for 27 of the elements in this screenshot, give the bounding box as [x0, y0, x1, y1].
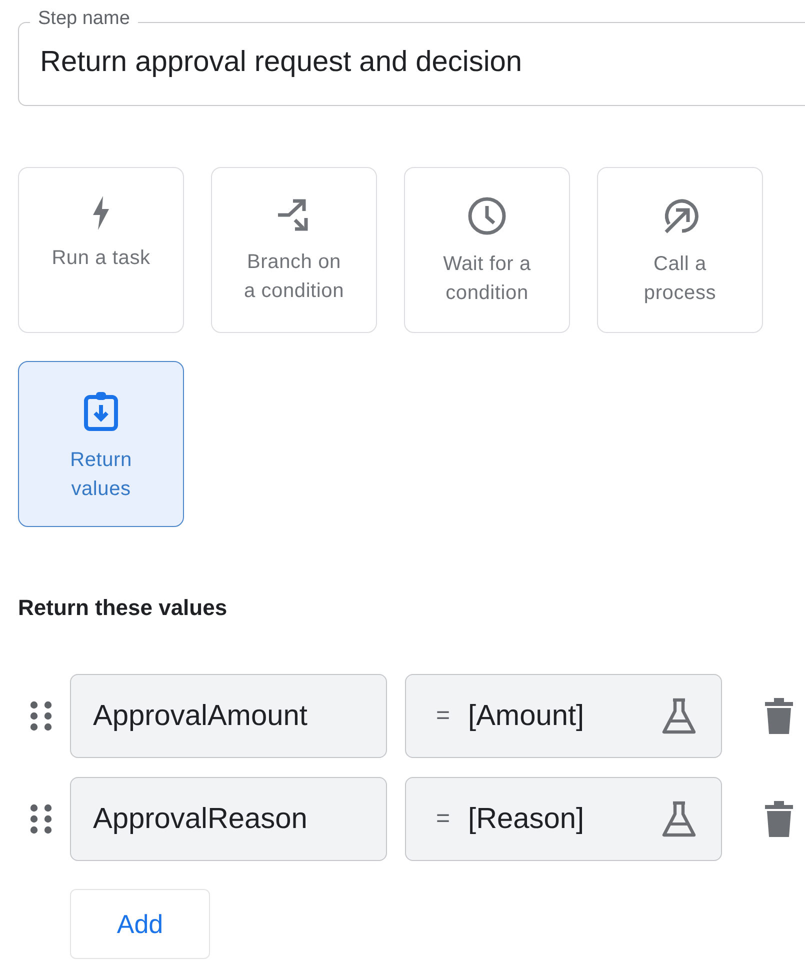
- equals-sign: =: [436, 702, 450, 730]
- clipboard-icon: [83, 390, 119, 432]
- delete-icon[interactable]: [764, 800, 794, 838]
- flask-icon[interactable]: [661, 697, 697, 735]
- field-label: Step name: [30, 8, 138, 30]
- lightning-icon: [91, 196, 111, 230]
- value-text: [Amount]: [468, 700, 586, 732]
- drag-handle-icon[interactable]: [30, 804, 52, 834]
- add-button[interactable]: Add: [70, 889, 210, 959]
- value-field[interactable]: = [Reason]: [405, 777, 722, 861]
- step-name-field[interactable]: Step name Return approval request and decision: [18, 8, 805, 106]
- step-type-tile[interactable]: Branch on a condition: [211, 167, 377, 333]
- flask-icon[interactable]: [661, 800, 697, 838]
- step-type-tile[interactable]: Call a process: [597, 167, 763, 333]
- step-type-tile[interactable]: Run a task: [18, 167, 184, 333]
- drag-handle-icon[interactable]: [30, 701, 52, 731]
- name-field[interactable]: ApprovalReason: [70, 777, 387, 861]
- section-title: Return these values: [18, 595, 228, 621]
- clock-icon: [467, 196, 507, 236]
- value-field[interactable]: = [Amount]: [405, 674, 722, 758]
- value-text: [Reason]: [468, 802, 586, 836]
- step-type-tile[interactable]: Wait for a condition: [404, 167, 570, 333]
- name-field[interactable]: ApprovalAmount: [70, 674, 387, 758]
- field-value: Return approval request and decision: [40, 46, 522, 78]
- delete-icon[interactable]: [764, 697, 794, 735]
- step-type-tile[interactable]: Return values: [18, 361, 184, 527]
- equals-sign: =: [436, 805, 450, 833]
